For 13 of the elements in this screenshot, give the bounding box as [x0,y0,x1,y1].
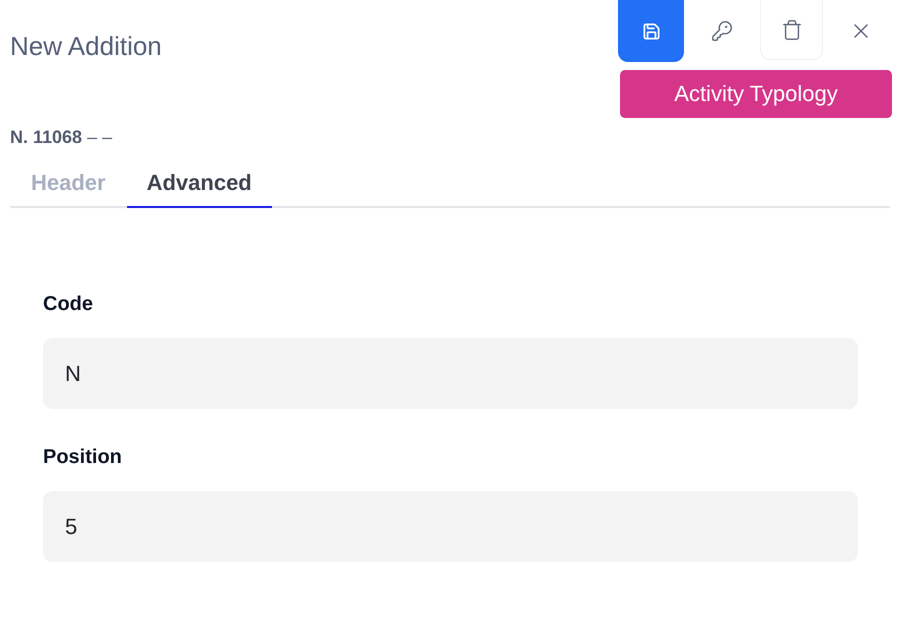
trash-icon [780,19,802,41]
record-number: N. 11068 – – [10,126,112,148]
form-title: New Addition [10,30,162,62]
delete-button[interactable] [760,0,823,60]
save-button[interactable] [618,0,684,62]
key-icon [711,20,733,42]
save-icon [642,22,660,40]
input-field[interactable]: 5 [43,491,858,562]
field-label: Code [43,292,93,316]
tab[interactable]: Advanced [126,160,272,208]
field-label: Position [43,445,122,469]
activity-typology-button[interactable]: Activity Typology [620,70,892,118]
input-field[interactable]: N [43,338,858,409]
